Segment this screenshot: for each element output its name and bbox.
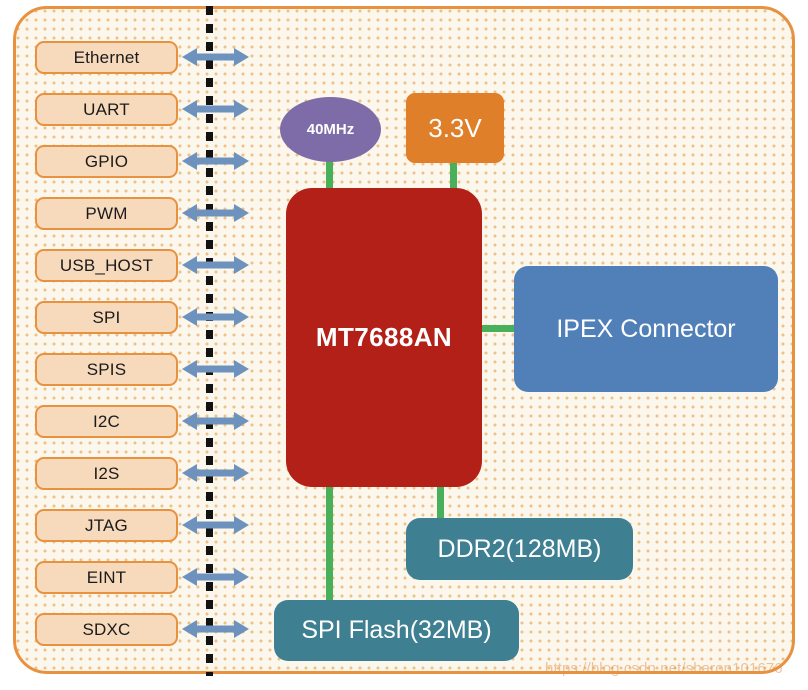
clock-label: 40MHz xyxy=(306,121,355,138)
bidirectional-arrow-icon xyxy=(182,304,249,330)
bidirectional-arrow-icon xyxy=(182,148,249,174)
wire-soc-to-flash xyxy=(326,480,333,608)
peripheral-box-ethernet[interactable]: Ethernet xyxy=(35,41,178,74)
bidirectional-arrow-icon xyxy=(182,616,249,642)
diagram-canvas: MT7688AN 40MHz 3.3V IPEX Connector DDR2(… xyxy=(0,0,808,690)
peripheral-label: Ethernet xyxy=(73,47,140,67)
bidirectional-arrow-icon xyxy=(182,96,249,122)
clock-oscillator-block[interactable]: 40MHz xyxy=(280,97,381,162)
peripheral-label: SPIS xyxy=(86,359,127,379)
bidirectional-arrow-icon xyxy=(182,44,249,70)
peripheral-label: GPIO xyxy=(84,151,129,171)
power-label: 3.3V xyxy=(428,112,482,143)
bidirectional-arrow-icon xyxy=(182,512,249,538)
soc-block-mt7688an[interactable]: MT7688AN xyxy=(286,188,482,487)
bidirectional-arrow-icon xyxy=(182,200,249,226)
peripheral-box-usb-host[interactable]: USB_HOST xyxy=(35,249,178,282)
peripheral-box-i2s[interactable]: I2S xyxy=(35,457,178,490)
peripheral-label: PWM xyxy=(85,203,128,223)
peripheral-label: SDXC xyxy=(82,619,131,639)
peripheral-box-uart[interactable]: UART xyxy=(35,93,178,126)
peripheral-box-spis[interactable]: SPIS xyxy=(35,353,178,386)
peripheral-label: I2S xyxy=(93,463,120,483)
peripheral-label: USB_HOST xyxy=(59,255,154,275)
ddr2-label: DDR2(128MB) xyxy=(437,534,602,563)
ipex-label: IPEX Connector xyxy=(556,314,736,343)
bidirectional-arrow-icon xyxy=(182,460,249,486)
power-supply-block[interactable]: 3.3V xyxy=(406,93,504,163)
spi-flash-block[interactable]: SPI Flash(32MB) xyxy=(274,600,519,661)
soc-label: MT7688AN xyxy=(315,322,453,352)
peripheral-box-pwm[interactable]: PWM xyxy=(35,197,178,230)
ipex-connector-block[interactable]: IPEX Connector xyxy=(514,266,778,392)
peripheral-box-sdxc[interactable]: SDXC xyxy=(35,613,178,646)
peripheral-label: UART xyxy=(83,99,130,119)
spi-flash-label: SPI Flash(32MB) xyxy=(301,616,492,644)
ddr2-memory-block[interactable]: DDR2(128MB) xyxy=(406,518,633,580)
peripheral-label: I2C xyxy=(92,411,121,431)
bidirectional-arrow-icon xyxy=(182,408,249,434)
peripheral-box-spi[interactable]: SPI xyxy=(35,301,178,334)
peripheral-label: EINT xyxy=(86,567,127,587)
peripheral-box-eint[interactable]: EINT xyxy=(35,561,178,594)
peripheral-box-jtag[interactable]: JTAG xyxy=(35,509,178,542)
peripheral-label: JTAG xyxy=(85,515,128,535)
peripheral-label: SPI xyxy=(92,307,121,327)
peripheral-box-i2c[interactable]: I2C xyxy=(35,405,178,438)
bidirectional-arrow-icon xyxy=(182,564,249,590)
bidirectional-arrow-icon xyxy=(182,356,249,382)
bidirectional-arrow-icon xyxy=(182,252,249,278)
peripheral-box-gpio[interactable]: GPIO xyxy=(35,145,178,178)
